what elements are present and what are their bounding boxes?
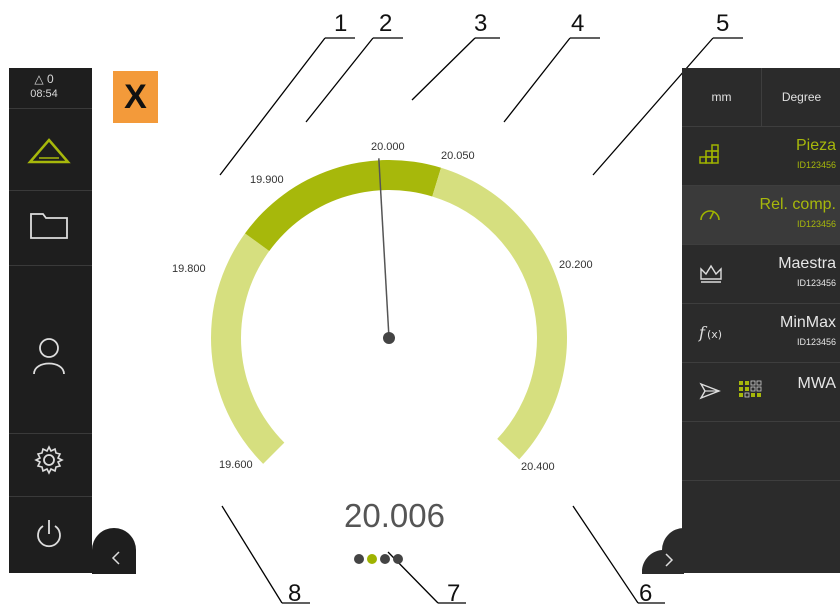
- feature-id: ID123456: [796, 219, 836, 229]
- tick-label-20200: 20.200: [559, 259, 593, 271]
- tick-label-19900: 19.900: [250, 174, 284, 186]
- folder-icon[interactable]: [9, 210, 89, 240]
- expand-right-tab[interactable]: [642, 528, 684, 574]
- measured-value: 20.006: [344, 497, 445, 534]
- left-sidebar: △ 0 08:54: [9, 68, 92, 573]
- tick-label-20400: 20.400: [521, 461, 555, 473]
- part-icon: [698, 143, 722, 172]
- callout-4: 4: [571, 10, 585, 37]
- tick-label-19800: 19.800: [172, 263, 206, 275]
- collapse-left-tab[interactable]: [92, 528, 136, 574]
- gauge-band-lower: [210, 233, 285, 464]
- settings-icon[interactable]: [9, 444, 89, 476]
- feature-title: Rel. comp.: [759, 196, 836, 213]
- callout-7: 7: [447, 580, 461, 607]
- feature-id: ID123456: [796, 337, 836, 347]
- svg-text:(x): (x): [707, 328, 722, 341]
- feature-mwa[interactable]: MWA: [682, 362, 840, 421]
- page-dot[interactable]: [393, 554, 403, 564]
- feature-empty-row: [682, 421, 840, 480]
- callout-3: 3: [474, 10, 488, 37]
- unit-angle-button[interactable]: Degree: [762, 68, 840, 126]
- tick-label-19600: 19.600: [219, 459, 253, 471]
- gauge-band-upper: [432, 167, 568, 460]
- feature-rel-comp[interactable]: Rel. comp. ID123456: [682, 185, 840, 244]
- feature-id: ID123456: [796, 160, 836, 170]
- feature-title: Pieza: [795, 137, 836, 154]
- feature-pieza[interactable]: Pieza ID123456: [682, 126, 840, 185]
- feature-minmax[interactable]: f (x) MinMax ID123456: [682, 303, 840, 362]
- gauge: [210, 158, 568, 464]
- callout-6: 6: [639, 580, 653, 607]
- measure-icon[interactable]: [9, 136, 89, 168]
- page-dot[interactable]: [380, 554, 390, 564]
- callout-5: 5: [716, 10, 730, 37]
- page-dot[interactable]: [367, 554, 377, 564]
- feature-maestra[interactable]: Maestra ID123456: [682, 244, 840, 303]
- callout-1: 1: [334, 10, 348, 37]
- feature-title: MinMax: [779, 314, 836, 331]
- close-button[interactable]: X: [113, 71, 158, 123]
- feature-id: ID123456: [796, 278, 836, 288]
- feature-panel: mm Degree Pieza ID123456 Rel. comp. ID12…: [682, 68, 840, 573]
- clock: 08:54: [30, 88, 58, 100]
- function-icon: f (x): [698, 320, 724, 349]
- send-icon: [698, 379, 722, 408]
- gauge-icon: [698, 202, 722, 231]
- feature-title: Maestra: [778, 255, 836, 272]
- grid-icon: [738, 380, 766, 409]
- unit-length-button[interactable]: mm: [682, 68, 761, 126]
- user-icon[interactable]: [9, 336, 89, 376]
- warning-count: △ 0: [34, 72, 54, 86]
- crown-icon: [698, 261, 724, 290]
- callout-2: 2: [379, 10, 393, 37]
- tick-label-20000: 20.000: [371, 141, 405, 153]
- power-icon[interactable]: [9, 517, 89, 551]
- gauge-hub: [383, 332, 395, 344]
- feature-title: MWA: [797, 375, 836, 392]
- page-dot[interactable]: [354, 554, 364, 564]
- feature-empty-row: [682, 480, 840, 539]
- tick-label-20050: 20.050: [441, 150, 475, 162]
- callout-8: 8: [288, 580, 302, 607]
